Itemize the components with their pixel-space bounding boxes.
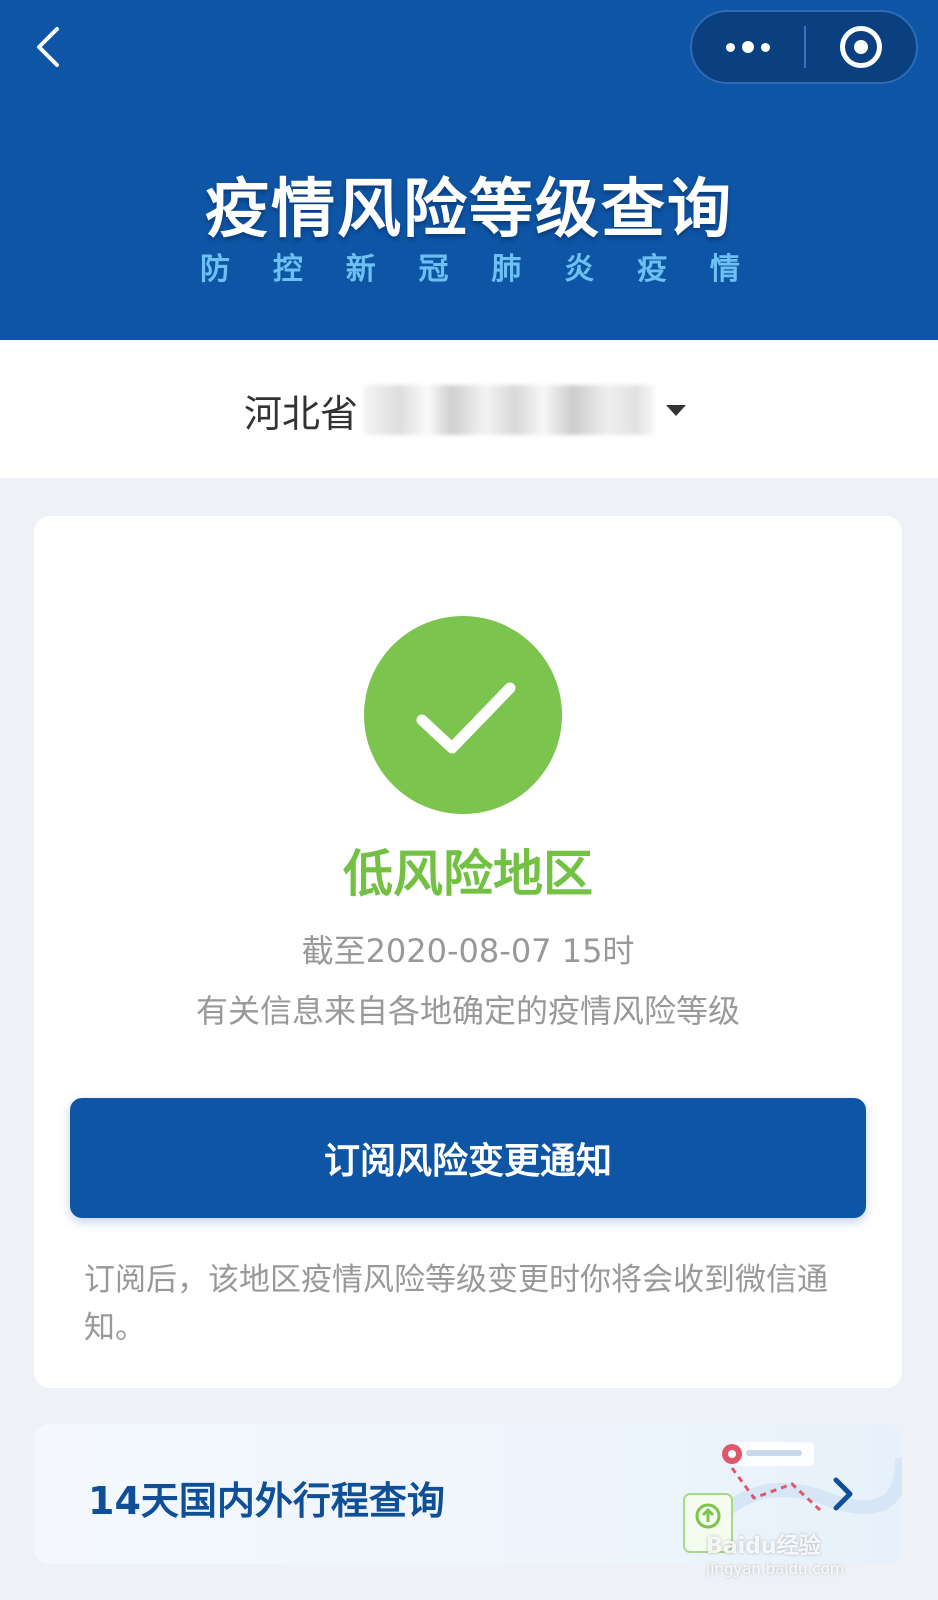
mini-program-capsule <box>690 10 918 84</box>
subtitle-char: 冠 <box>418 252 449 287</box>
chevron-right-icon <box>833 1477 853 1511</box>
trip-query-label: 14天国内外行程查询 <box>88 1479 445 1523</box>
region-blurred-text <box>364 385 655 435</box>
region-province: 河北省 <box>244 391 359 436</box>
risk-result-card: 低风险地区 截至2020-08-07 15时 有关信息来自各地确定的疫情风险等级… <box>34 516 902 1388</box>
chevron-left-icon <box>37 27 59 67</box>
more-button[interactable] <box>692 12 804 82</box>
subtitle-char: 情 <box>709 252 740 287</box>
page-title: 疫情风险等级查询 <box>205 173 733 247</box>
watermark-url: jingyan.baidu.com <box>706 1560 845 1578</box>
subscribe-tip: 订阅后，该地区疫情风险等级变更时你将会收到微信通知。 <box>84 1262 828 1346</box>
page-subtitle: 防 控 新 冠 肺 炎 疫 情 <box>200 244 740 288</box>
region-selector-bar: 河北省 <box>0 340 938 478</box>
subtitle-char: 炎 <box>564 252 595 287</box>
watermark: Baidu经验 jingyan.baidu.com <box>706 1528 906 1578</box>
target-circle-icon <box>840 26 882 68</box>
subscribe-button[interactable]: 订阅风险变更通知 <box>70 1098 866 1218</box>
subtitle-char: 肺 <box>491 252 522 287</box>
header-banner: 疫情风险等级查询 防 控 新 冠 肺 炎 疫 情 <box>0 0 938 340</box>
back-button[interactable] <box>28 22 68 72</box>
source-note: 有关信息来自各地确定的疫情风险等级 <box>195 992 740 1030</box>
subtitle-char: 疫 <box>637 252 668 287</box>
watermark-brand: Baidu经验 <box>706 1534 821 1559</box>
subtitle-char: 防 <box>200 252 230 287</box>
update-time: 截至2020-08-07 15时 <box>301 932 635 970</box>
subtitle-char: 新 <box>345 252 376 287</box>
close-button[interactable] <box>806 12 916 82</box>
more-dots-icon <box>726 42 735 52</box>
region-picker[interactable]: 河北省 <box>244 385 687 436</box>
status-circle <box>364 616 562 814</box>
subtitle-char: 控 <box>272 252 303 287</box>
caret-down-icon <box>666 404 687 416</box>
risk-level: 低风险地区 <box>343 845 593 903</box>
check-icon <box>416 682 516 754</box>
